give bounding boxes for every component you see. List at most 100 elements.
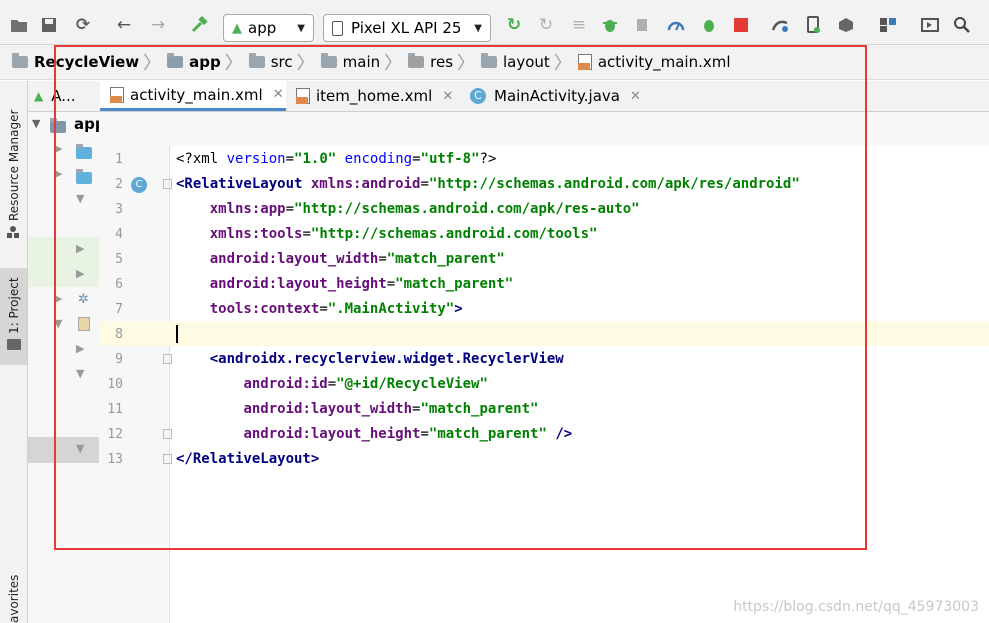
- resource-manager-tab[interactable]: Resource Manager: [7, 110, 21, 221]
- line-number: 1: [115, 152, 123, 167]
- chevron-down-icon[interactable]: ▼: [54, 317, 62, 330]
- code-line[interactable]: android:layout_width="match_parent": [176, 401, 538, 417]
- line-number: 11: [107, 402, 123, 417]
- chevron-right-icon: 〉: [296, 53, 315, 74]
- build-hammer-icon[interactable]: [188, 14, 210, 36]
- breadcrumb-item-project[interactable]: RecycleView 〉: [12, 49, 167, 75]
- tab-activity-main[interactable]: activity_main.xml ✕: [100, 81, 286, 111]
- open-folder-icon[interactable]: [8, 14, 30, 36]
- project-tab[interactable]: 1: Project: [7, 277, 21, 334]
- chevron-right-icon[interactable]: ▶: [76, 242, 84, 255]
- editor-header-strip: [99, 112, 989, 147]
- fold-marker-icon[interactable]: [163, 429, 172, 439]
- resource-folder-icon: [408, 53, 425, 68]
- code-line[interactable]: android:layout_height="match_parent" />: [176, 426, 572, 442]
- chevron-down-icon[interactable]: ▼: [76, 367, 84, 380]
- device-select[interactable]: Pixel XL API 25 ▼: [323, 14, 491, 42]
- chevron-down-icon[interactable]: ▼: [32, 117, 40, 130]
- breadcrumb-item-layout[interactable]: layout 〉: [481, 49, 578, 75]
- line-number: 9: [115, 352, 123, 367]
- watermark: https://blog.csdn.net/qq_45973003: [733, 599, 979, 615]
- gradle-sync-icon[interactable]: [769, 14, 791, 36]
- module-folder-icon: [167, 53, 184, 68]
- code-line[interactable]: tools:context=".MainActivity">: [176, 301, 463, 317]
- current-line-highlight: [99, 321, 989, 346]
- tab-item-home[interactable]: item_home.xml ✕: [294, 81, 464, 111]
- project-root-label[interactable]: app: [74, 115, 99, 133]
- chevron-right-icon: 〉: [224, 53, 243, 74]
- profile-icon[interactable]: [665, 14, 687, 36]
- code-line[interactable]: <RelativeLayout xmlns:android="http://sc…: [176, 176, 800, 192]
- save-icon[interactable]: [38, 14, 60, 36]
- breadcrumb-label: app: [189, 53, 221, 71]
- back-icon[interactable]: ←: [113, 14, 135, 36]
- favorites-tab[interactable]: avorites: [7, 575, 21, 623]
- fold-marker-icon[interactable]: [163, 179, 172, 189]
- chevron-right-icon: 〉: [384, 53, 403, 74]
- apply-changes-icon[interactable]: ↻: [535, 14, 557, 36]
- xml-file-icon: [296, 88, 310, 104]
- fold-marker-icon[interactable]: [163, 354, 172, 364]
- chevron-down-icon: ▼: [474, 22, 482, 34]
- apply-code-changes-icon[interactable]: ≡: [568, 14, 590, 36]
- layout-inspector-icon[interactable]: [919, 14, 941, 36]
- tab-label: A...: [51, 87, 76, 105]
- close-icon[interactable]: ✕: [273, 87, 284, 102]
- code-line[interactable]: android:layout_height="match_parent": [176, 276, 513, 292]
- stop-icon[interactable]: [730, 14, 752, 36]
- line-number: 3: [115, 202, 123, 217]
- chevron-right-icon[interactable]: ▶: [54, 292, 62, 305]
- close-icon[interactable]: ✕: [442, 89, 453, 104]
- chevron-down-icon[interactable]: ▼: [76, 192, 84, 205]
- run-config-select[interactable]: ▲ app ▼: [223, 14, 314, 42]
- sdk-manager-icon[interactable]: [835, 14, 857, 36]
- line-number: 4: [115, 227, 123, 242]
- breadcrumb-item-file[interactable]: activity_main.xml: [577, 53, 731, 71]
- device-icon: [332, 20, 343, 36]
- code-line[interactable]: </RelativeLayout>: [176, 451, 319, 467]
- text-caret: [176, 325, 178, 343]
- breadcrumb-label: activity_main.xml: [597, 53, 731, 71]
- code-line[interactable]: xmlns:app="http://schemas.android.com/ap…: [176, 201, 640, 217]
- xml-file-icon: [577, 54, 592, 70]
- breadcrumb-label: src: [270, 53, 293, 71]
- line-number: 8: [115, 327, 123, 342]
- gradle-icon: ✲: [78, 292, 89, 307]
- fold-marker-icon[interactable]: [163, 454, 172, 464]
- sync-icon[interactable]: ⟳: [72, 14, 94, 36]
- java-class-icon[interactable]: C: [131, 177, 147, 193]
- breadcrumb-item-app[interactable]: app 〉: [167, 49, 249, 75]
- avd-manager-icon[interactable]: [803, 14, 825, 36]
- chevron-right-icon[interactable]: ▶: [76, 267, 84, 280]
- forward-icon[interactable]: →: [147, 14, 169, 36]
- editor-tab-bar: ▲ A... activity_main.xml ✕ item_home.xml…: [28, 81, 989, 112]
- chevron-down-icon[interactable]: ▼: [76, 442, 84, 455]
- line-number: 2: [115, 177, 123, 192]
- resource-manager-icon: [6, 225, 20, 239]
- coverage-icon[interactable]: [698, 14, 720, 36]
- close-icon[interactable]: ✕: [630, 89, 641, 104]
- breadcrumb-item-res[interactable]: res 〉: [408, 49, 481, 75]
- tab-truncated[interactable]: ▲ A...: [34, 81, 100, 111]
- tab-label: MainActivity.java: [494, 87, 620, 105]
- chevron-right-icon[interactable]: ▶: [76, 342, 84, 355]
- breadcrumb-label: main: [342, 53, 381, 71]
- run-config-label: app: [248, 19, 277, 37]
- android-icon: ▲: [232, 20, 242, 36]
- code-line[interactable]: <androidx.recyclerview.widget.RecyclerVi…: [176, 351, 564, 367]
- code-line[interactable]: android:id="@+id/RecycleView": [176, 376, 487, 392]
- attach-debugger-icon[interactable]: [632, 14, 654, 36]
- tab-main-activity[interactable]: C MainActivity.java ✕: [470, 81, 650, 111]
- breadcrumb-item-src[interactable]: src 〉: [248, 49, 321, 75]
- code-line[interactable]: android:layout_width="match_parent": [176, 251, 505, 267]
- search-icon[interactable]: [951, 14, 973, 36]
- breadcrumb-item-main[interactable]: main 〉: [320, 49, 408, 75]
- chevron-right-icon[interactable]: ▶: [54, 167, 62, 180]
- code-line[interactable]: <?xml version="1.0" encoding="utf-8"?>: [176, 151, 496, 167]
- code-line[interactable]: xmlns:tools="http://schemas.android.com/…: [176, 226, 598, 242]
- run-icon[interactable]: ↻: [503, 14, 525, 36]
- chevron-right-icon[interactable]: ▶: [54, 142, 62, 155]
- debug-icon[interactable]: [599, 14, 621, 36]
- project-structure-icon[interactable]: [877, 14, 899, 36]
- folder-icon: [248, 53, 265, 68]
